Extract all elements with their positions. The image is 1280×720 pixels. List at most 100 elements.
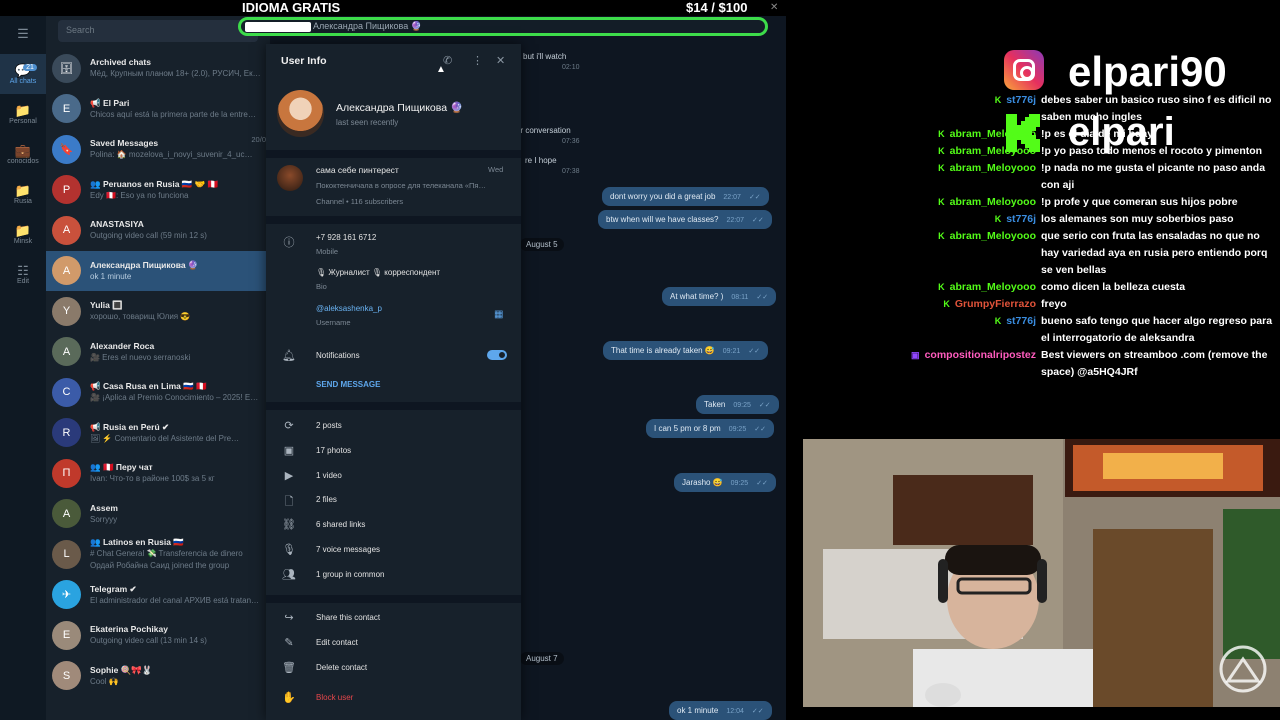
progress-goal-bar: Александра Пищикова 🔮 [238,17,768,36]
chat-list-item[interactable]: E Ekaterina Pochikay Outgoing video call (… [46,615,270,656]
edit-icon: ✎ [284,637,294,649]
chat-text: 👥 Peruanos en Rusia 🇷🇺 🤝 🇵🇪 Edy 🇵🇪: Eso y… [90,178,260,202]
chat-list-item[interactable]: R 📢 Rusia en Perú ✔ 🖼 ⚡ Comentario del Asi… [46,413,270,454]
rail-folder-2[interactable]: 📁 Personal [0,94,46,134]
chat-list-item[interactable]: P 👥 Peruanos en Rusia 🇷🇺 🤝 🇵🇪 Edy 🇵🇪: Eso … [46,170,270,211]
media-row-0[interactable]: 2 posts [316,421,342,430]
microphone-icon: 🎙︎ [282,544,296,556]
read-check-icon: ✓✓ [758,402,771,409]
block-icon: ✋ [282,692,296,704]
qr-code-icon[interactable]: ▦ [494,309,503,320]
folder-label: Minsk [13,237,33,245]
chat-list-item[interactable]: E 📢 El Pari Chicos aquí está la primera pa… [46,89,270,130]
chat-avatar: A [52,337,81,367]
close-icon[interactable]: ✕ [496,54,505,67]
rail-folder-3[interactable]: 💼 conocidos [0,134,46,174]
rail-folder-5[interactable]: 📁 Minsk [0,214,46,254]
block-user-button[interactable]: Block user [316,693,353,702]
send-message-button[interactable]: SEND MESSAGE [316,380,380,389]
notifications-toggle[interactable] [487,350,507,360]
chat-text: bueno safo tengo que hacer algo regreso … [1041,315,1273,344]
chat-avatar: П [52,458,81,488]
chat-list-item[interactable]: ✈ Telegram ✔ El administrador del canal АР… [46,575,270,616]
rail-folder-6[interactable]: ☷ Edit [0,254,46,294]
incoming-message: re I hope [525,156,557,165]
chat-name: Sophie 🍭🎀🐰 [90,664,153,675]
chat-list-item[interactable]: Y Yulia 🔳 хорошо, товарищ Юлия 😎 [46,291,270,332]
chat-avatar: A [52,215,81,245]
chat-avatar: A [52,499,81,529]
chat-avatar: 🔖 [52,134,81,164]
chat-list-item[interactable]: A Assem Sorryyy [46,494,270,535]
rail-folder-1[interactable]: 💬 21 All chats [0,54,46,94]
bio-text[interactable]: 🎙 Журналист 🎙 корреспондент [316,268,440,277]
phone-label: Mobile [316,247,339,256]
stream-chat-message: Kabram_Meloyooo !p es el dia de mi bday [904,126,1276,143]
chat-username: abram_Meloyooo [949,281,1036,293]
outgoing-message[interactable]: dont worry you did a great job 22:07 ✓✓ [602,187,769,206]
username-link[interactable]: @aleksashenka_p [316,304,382,313]
rail-folder-0[interactable]: ☰ [0,14,46,54]
outgoing-message[interactable]: Taken 09:25 ✓✓ [696,395,779,414]
chat-text: 👥 Latinos en Rusia 🇷🇺 # Chat General 💸 Tr… [90,536,260,572]
chat-last-message: 🖼 ⚡ Comentario del Asistente del Pre… [90,433,240,443]
bell-icon: 🔔︎ [282,350,296,362]
incoming-time: 07:38 [562,168,580,175]
action-0[interactable]: Share this contact [316,613,380,622]
media-row-2[interactable]: 1 video [316,471,342,480]
chat-list-item[interactable]: П 👥 🇵🇪 Перу чат Ivan: Что-то в районе 100$… [46,453,270,494]
more-options-icon[interactable]: ⋮ [472,54,483,67]
chat-last-message: хорошо, товарищ Юлия 😎 [90,312,191,322]
chat-list-item[interactable]: A ANASTASIYA Outgoing video call (59 min 1… [46,210,270,251]
chat-list-item[interactable]: А Александра Пищикова 🔮 ok 1 minute [46,250,270,291]
media-row-4[interactable]: 6 shared links [316,520,365,529]
action-2[interactable]: Delete contact [316,663,367,672]
outgoing-message[interactable]: That time is already taken 😅 09:21 ✓✓ [603,341,769,360]
trash-icon: 🗑︎ [282,662,296,674]
kick-icon: K [994,214,1002,224]
chat-last-message: # Chat General 💸 Transferencia de dinero [90,549,243,559]
chat-last-message: Мёд, Крупным планом 18+ (2.0), РУСИЧ, Ек… [90,69,260,79]
message-text: At what time? ) [670,292,724,301]
media-row-3[interactable]: 2 files [316,495,337,504]
stream-chat-message: Kabram_Meloyooo !p yo paso todo menos el … [904,143,1276,160]
kick-icon: K [938,146,945,156]
chat-user: Kst776j [904,211,1036,228]
chat-list-item[interactable]: A Alexander Roca 🎥 Eres el nuevo serranosk… [46,332,270,373]
chat-list-item[interactable]: L 👥 Latinos en Rusia 🇷🇺 # Chat General 💸 T… [46,534,270,575]
profile-avatar[interactable] [277,90,324,137]
media-row-6[interactable]: 1 group in common [316,570,384,579]
outgoing-message[interactable]: Jarasho 😅 09:25 ✓✓ [674,473,776,492]
kick-icon: K [938,163,945,173]
outgoing-message[interactable]: At what time? ) 08:11 ✓✓ [662,287,777,306]
chat-list-item[interactable]: 🗄 Archived chats Мёд, Крупным планом 18+ (… [46,48,270,89]
personal-channel[interactable]: сама себе пинтерест Wed Пококтенчичала в… [266,158,521,212]
phone-number[interactable]: +7 928 161 6712 [316,233,376,242]
chat-username: st776j [1006,315,1036,327]
media-row-1[interactable]: 17 photos [316,446,351,455]
chat-list-item[interactable]: 🔖 Saved Messages Polina: 🏠 mozelova_i_novy… [46,129,270,170]
search-input[interactable]: Search [58,20,258,42]
chat-text: Ekaterina Pochikay Outgoing video call (1… [90,623,260,647]
outgoing-message[interactable]: btw when will we have classes? 22:07 ✓✓ [598,210,772,229]
incoming-time: 02:10 [562,64,580,71]
chat-text: !p es el dia de mi bday [1041,128,1154,140]
read-check-icon: ✓✓ [754,426,766,433]
media-row-5[interactable]: 7 voice messages [316,545,380,554]
channel-time: Wed [488,165,504,174]
message-time: 08:11 [731,294,749,301]
message-text: ok 1 minute [677,706,719,715]
rail-folder-4[interactable]: 📁 Rusia [0,174,46,214]
unread-badge: 21 [23,63,37,71]
outgoing-message[interactable]: ok 1 minute 12:04 ✓✓ [669,701,772,720]
chat-list-item[interactable]: S Sophie 🍭🎀🐰 Cool 🙌 [46,656,270,697]
window-close-icon[interactable]: ✕ [770,2,778,13]
chat-last-message: Cool 🙌 [90,676,119,686]
chat-list-item[interactable]: C 📢 Casa Rusa en Lima 🇷🇺 🇵🇪 🎥 ¡Aplica al P… [46,372,270,413]
chat-last-message: Polina: 🏠 mozelova_i_novyi_suvenir_4_uc… [90,150,253,160]
outgoing-message[interactable]: I can 5 pm or 8 pm 09:25 ✓✓ [646,419,774,438]
action-1[interactable]: Edit contact [316,638,358,647]
webcam-scene [803,439,1280,707]
message-time: 09:21 [722,348,741,355]
read-check-icon: ✓✓ [748,194,761,201]
